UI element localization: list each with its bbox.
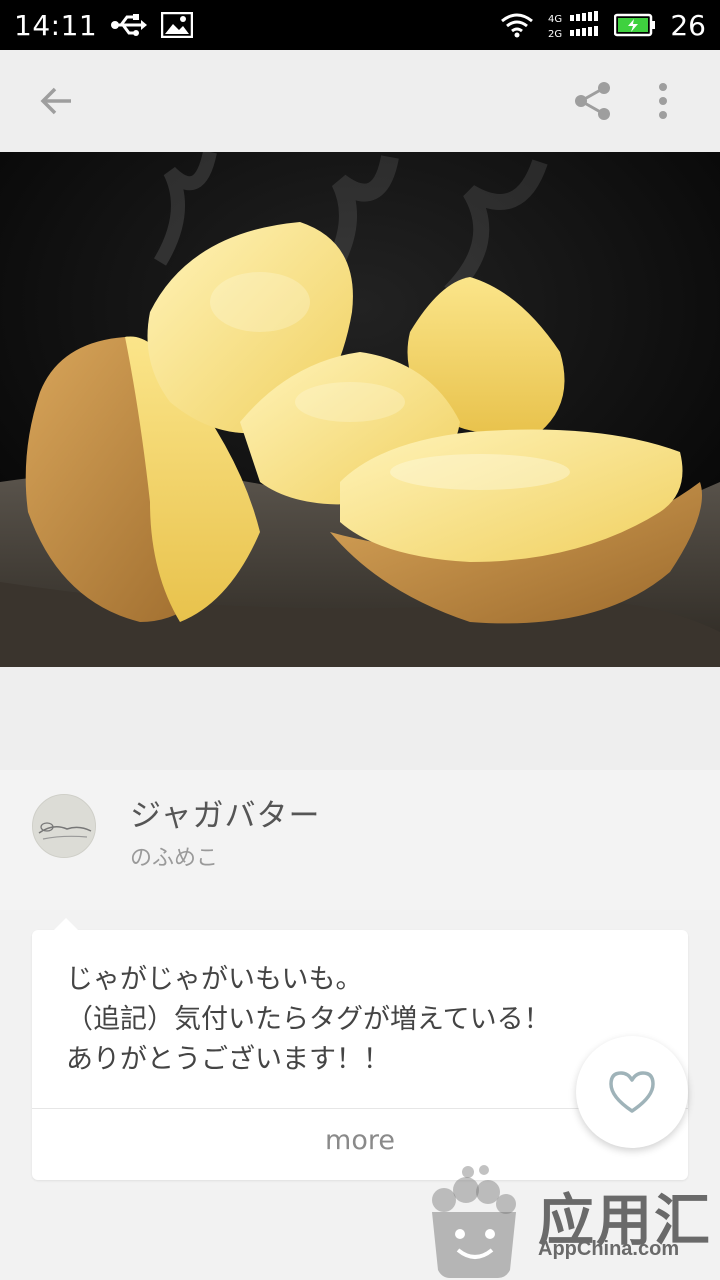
share-button[interactable] xyxy=(558,66,628,136)
author-name[interactable]: のふめこ xyxy=(130,840,218,872)
toolbar xyxy=(0,50,720,152)
avatar[interactable] xyxy=(32,794,96,858)
content-gap xyxy=(0,667,720,770)
watermark-site: AppChina.com xyxy=(538,1238,680,1260)
image-icon xyxy=(161,12,194,38)
caption-line: （追記）気付いたらタグが増えている！ xyxy=(66,1004,551,1035)
more-vert-icon xyxy=(659,83,667,119)
status-bar: 14:11 4G 2G 26 xyxy=(0,0,720,50)
appchina-logo-icon xyxy=(432,1165,516,1278)
share-icon xyxy=(575,82,610,120)
signal-icon: 4G 2G xyxy=(548,11,600,39)
back-arrow-icon xyxy=(40,87,71,115)
work-title: ジャガバター xyxy=(130,798,321,834)
like-button[interactable] xyxy=(576,1036,688,1148)
battery-level: 26 xyxy=(670,8,706,42)
appchina-watermark: 应用汇 AppChina.com xyxy=(420,1160,720,1280)
back-button[interactable] xyxy=(22,66,92,136)
caption-text: じゃがじゃがいもいも。 （追記）気付いたらタグが増えている！ ありがとうございま… xyxy=(66,960,646,1080)
artwork-image[interactable] xyxy=(0,152,720,667)
work-header: ジャガバター のふめこ xyxy=(0,770,720,910)
battery-charging-icon xyxy=(614,13,656,37)
usb-icon xyxy=(111,14,148,36)
caption-line: じゃがじゃがいもいも。 xyxy=(66,964,363,995)
status-time: 14:11 xyxy=(14,8,98,42)
wifi-icon xyxy=(500,12,534,38)
network-bottom-label: 2G xyxy=(548,29,562,39)
network-top-label: 4G xyxy=(548,14,562,25)
overflow-menu-button[interactable] xyxy=(628,66,698,136)
heart-icon xyxy=(609,1071,655,1113)
caption-line: ありがとうございます！！ xyxy=(66,1044,390,1075)
